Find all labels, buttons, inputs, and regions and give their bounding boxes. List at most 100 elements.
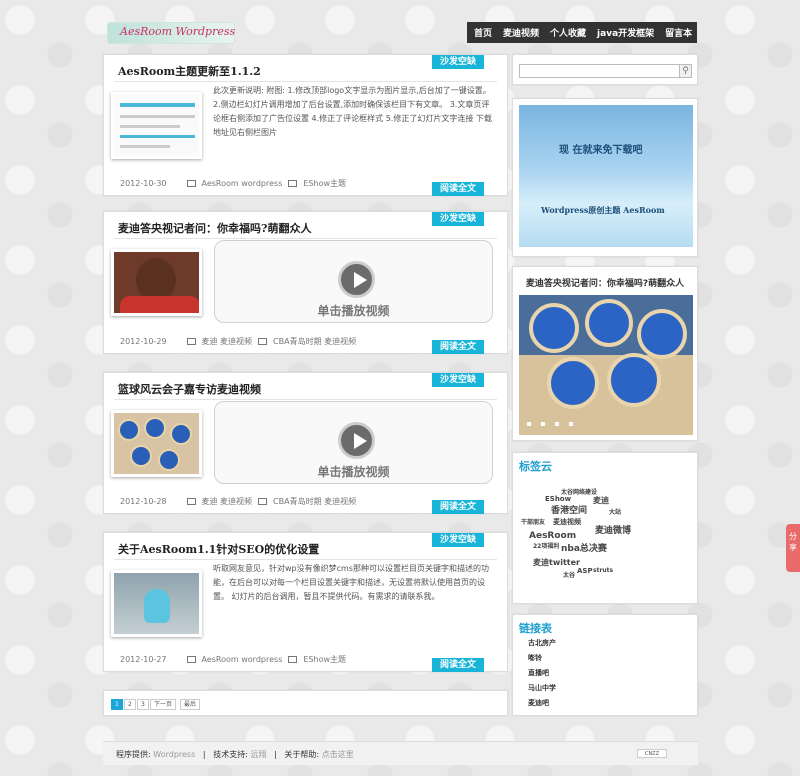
post-excerpt: 听取网友意见，针对wp没有像织梦cms那种可以设置栏目页关键字和描述的功能，在后… [213, 564, 489, 601]
video-player[interactable]: 单击播放视频 [214, 401, 493, 484]
nav-java[interactable]: java开发框架 [597, 26, 654, 39]
post-category[interactable]: CBA青岛时期 麦迪视频 [273, 336, 356, 347]
divider [114, 81, 497, 82]
footer-support-label: 技术支持: [213, 750, 248, 759]
play-icon[interactable] [338, 422, 375, 459]
post-category[interactable]: CBA青岛时期 麦迪视频 [273, 496, 356, 507]
friend-link[interactable]: 麦迪吧 [528, 698, 549, 708]
play-icon[interactable] [338, 261, 375, 298]
share-button[interactable]: 分享 [786, 524, 800, 572]
site-logo[interactable]: AesRoom Wordpress [107, 22, 235, 44]
tag-icon [186, 338, 196, 345]
nav-favorites[interactable]: 个人收藏 [550, 26, 586, 39]
sofa-badge: 沙发空缺 [431, 373, 484, 387]
post-card: 关于AesRoom1.1针对SEO的优化设置 沙发空缺 听取网友意见，针对wp没… [103, 532, 508, 672]
read-more-button[interactable]: 阅读全文 [431, 658, 484, 672]
folder-icon [258, 498, 268, 505]
post-card: 麦迪答央视记者问：你幸福吗?萌翻众人 沙发空缺 单击播放视频 2012-10-2… [103, 211, 508, 354]
post-thumbnail[interactable] [111, 410, 202, 477]
slider-title[interactable]: 麦迪答央视记者问：你幸福吗?萌翻众人 [513, 276, 697, 289]
logo-text: AesRoom Wordpress [120, 25, 236, 38]
tag-cloud-title: 标签云 [519, 460, 552, 473]
tag-link[interactable]: EShow [545, 495, 571, 503]
friend-link[interactable]: 古北房产 [528, 638, 556, 648]
post-thumbnail[interactable] [111, 249, 202, 316]
slider-dot[interactable] [569, 422, 573, 426]
footer-help-link[interactable]: 点击这里 [322, 750, 354, 759]
post-title[interactable]: 篮球风云会子嘉专访麦迪视频 [118, 381, 261, 397]
friend-link[interactable]: 嘭铃 [528, 653, 542, 663]
tag-link[interactable]: 麦迪微博 [595, 523, 631, 536]
slider-image[interactable] [519, 295, 693, 435]
post-meta: 2012-10-27 AesRoom wordpress EShow主题 [120, 654, 346, 665]
folder-icon [288, 180, 298, 187]
tag-link[interactable]: 香港空间 [551, 503, 587, 516]
page-3[interactable]: 3 [137, 699, 149, 710]
tag-link[interactable]: 22项福利 [533, 541, 559, 550]
stats-badge[interactable]: CNZZ [637, 749, 667, 758]
post-category[interactable]: EShow主题 [303, 654, 346, 665]
post-tags[interactable]: AesRoom wordpress [202, 655, 283, 664]
ad-headline: 现 在就来免下载吧 [559, 145, 643, 156]
nav-mcgrady-video[interactable]: 麦迪视频 [503, 26, 539, 39]
footer: 程序提供: Wordpress | 技术支持: 远翔 | 关于帮助: 点击这里 … [103, 741, 698, 765]
read-more-button[interactable]: 阅读全文 [431, 500, 484, 514]
ad-subline: Wordpress原创主题 AesRoom [541, 205, 665, 215]
tag-link[interactable]: 干部朋友 [521, 517, 545, 526]
page-1[interactable]: 1 [111, 699, 123, 710]
post-tags[interactable]: 麦迪 麦迪视频 [202, 496, 253, 507]
tag-link[interactable]: 麦迪 [593, 495, 609, 506]
tag-link[interactable]: 麦迪twitter [533, 557, 580, 568]
slider-dot[interactable] [555, 422, 559, 426]
next-page[interactable]: 下一页 [150, 699, 177, 710]
tag-link[interactable]: struts [593, 567, 613, 574]
tag-link[interactable]: AesRoom [529, 531, 576, 541]
post-category[interactable]: EShow主题 [303, 178, 346, 189]
download-ad[interactable]: 现 在就来免下载吧 Wordpress原创主题 AesRoom [512, 98, 698, 257]
tag-link[interactable]: nba总决赛 [561, 541, 607, 554]
ad-image[interactable]: 现 在就来免下载吧 Wordpress原创主题 AesRoom [519, 105, 693, 247]
friend-link[interactable]: 直播吧 [528, 668, 549, 678]
post-title[interactable]: AesRoom主题更新至1.1.2 [118, 63, 261, 79]
read-more-button[interactable]: 阅读全文 [431, 182, 484, 196]
post-date: 2012-10-28 [120, 497, 167, 506]
nav-guestbook[interactable]: 留言本 [665, 26, 692, 39]
post-date: 2012-10-30 [120, 179, 167, 188]
post-date: 2012-10-27 [120, 655, 167, 664]
tag-icon [186, 656, 196, 663]
page-2[interactable]: 2 [124, 699, 136, 710]
read-more-button[interactable]: 阅读全文 [431, 340, 484, 354]
post-thumbnail[interactable] [111, 570, 202, 637]
post-title[interactable]: 麦迪答央视记者问：你幸福吗?萌翻众人 [118, 220, 311, 236]
nav-home[interactable]: 首页 [474, 26, 492, 39]
tag-link[interactable]: 大站 [609, 507, 621, 516]
footer-program-label: 程序提供: [116, 750, 151, 759]
post-meta: 2012-10-29 麦迪 麦迪视频 CBA青岛时期 麦迪视频 [120, 336, 356, 347]
video-label: 单击播放视频 [317, 465, 390, 479]
post-thumbnail[interactable] [111, 92, 202, 159]
slider-dot[interactable] [541, 422, 545, 426]
tag-link[interactable]: 麦迪视频 [553, 517, 581, 527]
sofa-badge: 沙发空缺 [431, 212, 484, 226]
post-tags[interactable]: AesRoom wordpress [202, 179, 283, 188]
post-tags[interactable]: 麦迪 麦迪视频 [202, 336, 253, 347]
tag-link[interactable]: ASP [577, 567, 593, 575]
last-page[interactable]: 最后 [180, 699, 201, 710]
tag-cloud: 标签云 太谷网络建设 EShow 麦迪 香港空间 大站 麦迪视频 干部朋友 麦迪… [512, 452, 698, 604]
folder-icon [288, 656, 298, 663]
post-excerpt: 此次更新说明: 附图: 1.修改顶部logo文字显示为图片显示,后台加了一键设置… [213, 86, 492, 137]
search-input[interactable] [519, 64, 680, 78]
pagination: 1 2 3 下一页 最后 [103, 690, 508, 716]
footer-program-link[interactable]: Wordpress [153, 750, 195, 759]
post-title[interactable]: 关于AesRoom1.1针对SEO的优化设置 [118, 541, 319, 557]
tag-link[interactable]: 太谷 [563, 570, 575, 579]
search-icon[interactable]: ⚲ [680, 64, 692, 78]
friend-link[interactable]: 马山中学 [528, 683, 556, 693]
footer-support-link[interactable]: 远翔 [250, 750, 266, 759]
sofa-badge: 沙发空缺 [431, 55, 484, 69]
footer-help-label: 关于帮助: [284, 750, 320, 759]
folder-icon [258, 338, 268, 345]
links-widget: 链接表 古北房产 嘭铃 直播吧 马山中学 麦迪吧 [512, 614, 698, 716]
video-player[interactable]: 单击播放视频 [214, 240, 493, 323]
slider-dot[interactable] [527, 422, 531, 426]
